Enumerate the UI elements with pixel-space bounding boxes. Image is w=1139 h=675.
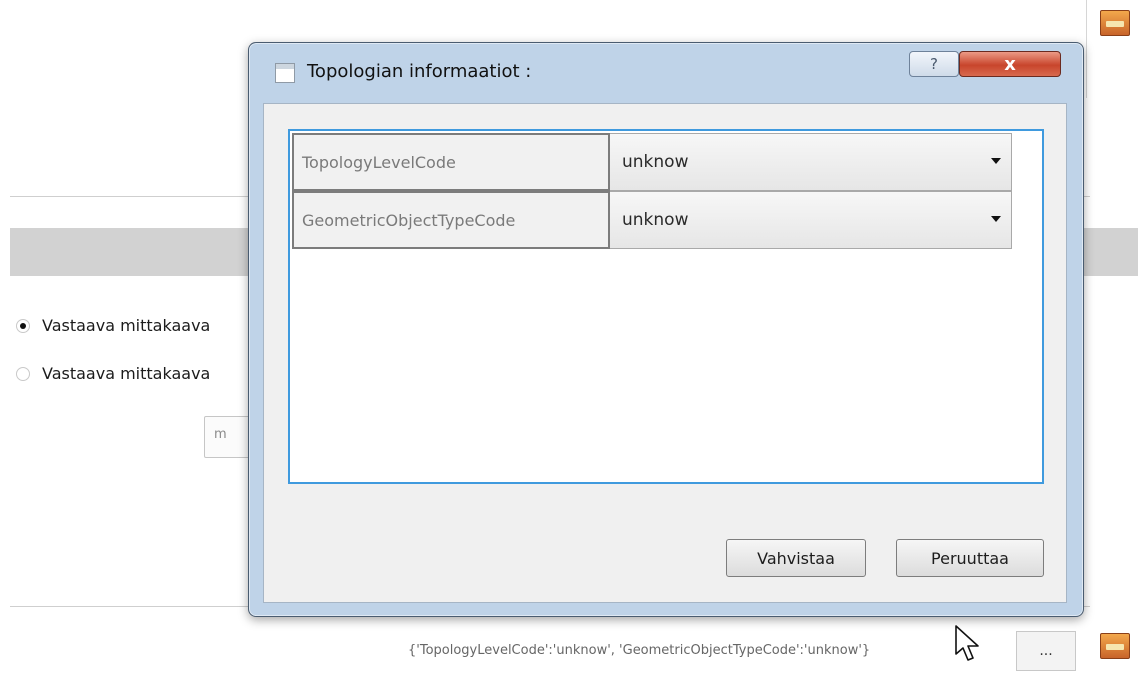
mouse-cursor-icon — [955, 625, 979, 661]
field-name-cell: TopologyLevelCode — [292, 133, 610, 191]
browse-button[interactable]: ... — [1016, 631, 1076, 671]
toolbox-icon[interactable] — [1100, 633, 1130, 659]
topology-level-combobox[interactable]: unknow — [610, 133, 1012, 191]
topology-dialog: Topologian informaatiot : ? x TopologyLe… — [248, 42, 1084, 617]
dialog-title: Topologian informaatiot : — [307, 61, 532, 82]
toolbox-icon[interactable] — [1100, 10, 1130, 36]
geometric-object-type-combobox[interactable]: unknow — [610, 191, 1012, 249]
radio-label: Vastaava mittakaava — [42, 316, 211, 335]
radio-button[interactable] — [16, 318, 30, 333]
close-button[interactable]: x — [959, 51, 1061, 77]
combobox-value: unknow — [622, 210, 689, 230]
radio-button[interactable] — [16, 366, 30, 381]
radio-option-1[interactable]: Vastaava mittakaava — [16, 316, 210, 335]
table-row: TopologyLevelCode unknow — [292, 133, 1012, 191]
chevron-down-icon[interactable] — [991, 216, 1001, 222]
divider — [1086, 0, 1087, 98]
radio-label: Vastaava mittakaava — [42, 364, 211, 383]
dialog-content: TopologyLevelCode unknow GeometricObject… — [263, 103, 1067, 603]
attribute-table[interactable]: TopologyLevelCode unknow GeometricObject… — [288, 129, 1044, 484]
chevron-down-icon[interactable] — [991, 158, 1001, 164]
radio-option-2[interactable]: Vastaava mittakaava — [16, 364, 210, 383]
confirm-button[interactable]: Vahvistaa — [726, 539, 866, 577]
window-icon — [275, 63, 295, 83]
help-button[interactable]: ? — [909, 51, 959, 77]
cancel-button[interactable]: Peruuttaa — [896, 539, 1044, 577]
combobox-value: unknow — [622, 152, 689, 172]
result-text-field[interactable]: {'TopologyLevelCode':'unknow', 'Geometri… — [408, 630, 948, 670]
table-row: GeometricObjectTypeCode unknow — [292, 191, 1012, 249]
field-name-cell: GeometricObjectTypeCode — [292, 191, 610, 249]
